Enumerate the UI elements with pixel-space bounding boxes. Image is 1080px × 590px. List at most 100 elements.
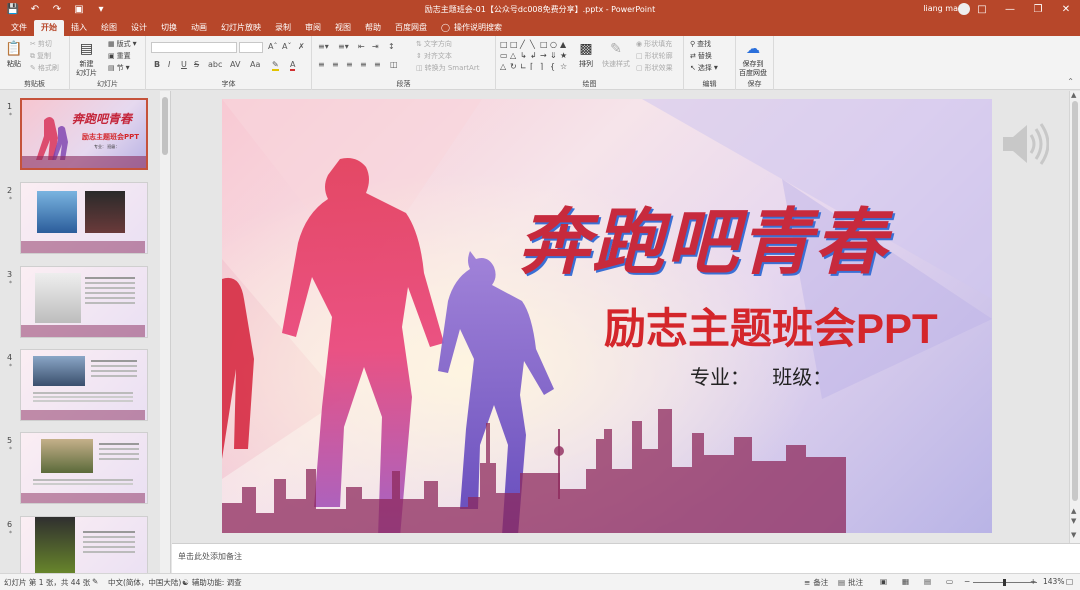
decrease-indent-icon[interactable]: ⇤ <box>358 42 365 51</box>
align-right-icon[interactable]: ≡ <box>346 60 353 69</box>
text-direction-button[interactable]: ⇅ 文字方向 <box>416 39 452 49</box>
user-name[interactable]: liang ma <box>923 4 958 13</box>
change-case-button[interactable]: Aa <box>250 60 260 69</box>
thumbnail-slide-1[interactable]: 1 * 奔跑吧青春 励志主题班会PPT 专业： 班级： <box>0 98 160 174</box>
distribute-icon[interactable]: ≡ <box>374 60 381 69</box>
reset-button[interactable]: ▣ 重置 <box>108 51 131 61</box>
tell-me-search[interactable]: ◯ 操作说明搜索 <box>434 20 509 36</box>
section-button[interactable]: ▤ 节 ▾ <box>108 63 130 73</box>
columns-icon[interactable]: ◫ <box>390 60 398 69</box>
cut-button[interactable]: ✂ 剪切 <box>30 39 52 49</box>
replace-button[interactable]: ⇄ 替换 <box>690 51 712 61</box>
slide-subtitle[interactable]: 励志主题班会PPT <box>604 295 938 356</box>
char-spacing-button[interactable]: AV <box>230 60 240 69</box>
paste-button[interactable]: 📋 粘贴 <box>4 39 24 69</box>
restore-icon[interactable]: ❐ <box>1024 0 1052 19</box>
align-left-icon[interactable]: ≡ <box>318 60 325 69</box>
font-name-input[interactable] <box>151 42 237 53</box>
tab-home[interactable]: 开始 <box>34 20 64 36</box>
minimize-icon[interactable]: — <box>996 0 1024 19</box>
ribbon-display-icon[interactable]: □ <box>968 0 996 19</box>
zoom-slider-knob[interactable] <box>1003 579 1006 586</box>
scrollbar-thumb[interactable] <box>162 97 168 155</box>
align-text-button[interactable]: ⇕ 对齐文本 <box>416 51 452 61</box>
editor-scrollbar[interactable]: ▲ ▲ ▼ ▼ <box>1069 91 1080 543</box>
italic-button[interactable]: I <box>168 60 170 69</box>
smartart-button[interactable]: ◫ 转换为 SmartArt <box>416 63 479 73</box>
shape-effects-button[interactable]: ▢ 形状效果 <box>636 63 673 73</box>
current-slide[interactable]: 奔跑吧青春 励志主题班会PPT 专业： 班级： <box>222 99 992 533</box>
find-button[interactable]: ⚲ 查找 <box>690 39 711 49</box>
quick-styles-button[interactable]: ✎ 快速样式 <box>602 39 630 69</box>
line-spacing-icon[interactable]: ↕ <box>388 42 395 51</box>
shapes-gallery[interactable]: □ □ ╱ ╲ □ ○ ▲ ▭ △ ↳ ↲ → ⇓ ★ △ ↻ ∟ ⌈ ⌉{☆ <box>500 40 568 72</box>
zoom-in-icon[interactable]: + <box>1030 577 1036 586</box>
tab-help[interactable]: 帮助 <box>358 20 388 36</box>
speaker-icon[interactable] <box>999 121 1049 167</box>
font-color-button[interactable]: A <box>290 60 296 71</box>
slide-counter[interactable]: 幻灯片 第 1 张，共 44 张 <box>4 577 90 588</box>
comments-toggle[interactable]: ▤ 批注 <box>838 577 863 588</box>
next-slide-icon[interactable]: ▼ <box>1071 517 1076 525</box>
strikethrough-button[interactable]: S <box>194 60 199 69</box>
scroll-down-icon[interactable]: ▼ <box>1071 531 1076 539</box>
thumbnail-slide-6[interactable]: 6 * <box>0 516 160 573</box>
thumbnail-slide-4[interactable]: 4 * <box>0 349 160 425</box>
sorter-view-icon[interactable]: ▦ <box>902 577 909 586</box>
accessibility-status[interactable]: ☯ 辅助功能: 调查 <box>182 577 242 588</box>
tab-review[interactable]: 审阅 <box>298 20 328 36</box>
increase-indent-icon[interactable]: ⇥ <box>372 42 379 51</box>
shrink-font-icon[interactable]: Aˇ <box>282 42 291 51</box>
tab-view[interactable]: 视图 <box>328 20 358 36</box>
bold-button[interactable]: B <box>154 60 160 69</box>
slideshow-view-icon[interactable]: ▭ <box>946 577 953 586</box>
collapse-ribbon-icon[interactable]: ⌃ <box>1067 77 1074 86</box>
shape-fill-button[interactable]: ◉ 形状填充 <box>636 39 672 49</box>
justify-icon[interactable]: ≡ <box>360 60 367 69</box>
layout-button[interactable]: ▦ 版式 ▾ <box>108 39 137 49</box>
shape-outline-button[interactable]: □ 形状轮廓 <box>636 51 673 61</box>
normal-view-icon[interactable]: ▣ <box>880 577 887 586</box>
tab-file[interactable]: 文件 <box>4 20 34 36</box>
save-baidu-button[interactable]: ☁ 保存到 百度网盘 <box>739 39 767 78</box>
bullets-icon[interactable]: ≡▾ <box>318 42 329 51</box>
highlight-button[interactable]: ✎ <box>272 60 279 71</box>
tab-transitions[interactable]: 切换 <box>154 20 184 36</box>
tab-animations[interactable]: 动画 <box>184 20 214 36</box>
thumbnail-slide-5[interactable]: 5 * <box>0 432 160 508</box>
reading-view-icon[interactable]: ▤ <box>924 577 931 586</box>
prev-slide-icon[interactable]: ▲ <box>1071 507 1076 515</box>
spellcheck-icon[interactable]: ✎ <box>92 577 98 586</box>
format-painter-button[interactable]: ✎ 格式刷 <box>30 63 59 73</box>
tab-insert[interactable]: 插入 <box>64 20 94 36</box>
tab-draw[interactable]: 绘图 <box>94 20 124 36</box>
new-slide-button[interactable]: ▤ 新建 幻灯片 <box>76 39 97 78</box>
notes-placeholder[interactable]: 单击此处添加备注 <box>178 551 242 562</box>
select-button[interactable]: ↖ 选择 ▾ <box>690 63 718 73</box>
align-center-icon[interactable]: ≡ <box>332 60 339 69</box>
fit-slide-icon[interactable]: □ <box>1066 577 1073 586</box>
slide-title[interactable]: 奔跑吧青春 <box>518 183 888 288</box>
arrange-button[interactable]: ▩ 排列 <box>576 39 596 69</box>
notes-pane[interactable]: 单击此处添加备注 <box>172 543 1080 573</box>
zoom-slider[interactable] <box>973 579 1037 586</box>
grow-font-icon[interactable]: Aˆ <box>268 42 277 51</box>
close-icon[interactable]: ✕ <box>1052 0 1080 19</box>
font-size-input[interactable] <box>239 42 263 53</box>
thumbnail-scrollbar[interactable] <box>160 91 170 573</box>
copy-button[interactable]: ⧉ 复制 <box>30 51 51 61</box>
numbering-icon[interactable]: ≡▾ <box>338 42 349 51</box>
language-status[interactable]: 中文(简体，中国大陆) <box>108 577 181 588</box>
tab-design[interactable]: 设计 <box>124 20 154 36</box>
underline-button[interactable]: U <box>181 60 187 69</box>
scroll-up-icon[interactable]: ▲ <box>1071 91 1076 99</box>
tab-slideshow[interactable]: 幻灯片放映 <box>214 20 268 36</box>
slide-info-text[interactable]: 专业： 班级： <box>690 361 832 390</box>
tab-baidu[interactable]: 百度网盘 <box>388 20 434 36</box>
tab-record[interactable]: 录制 <box>268 20 298 36</box>
thumbnail-slide-3[interactable]: 3 * <box>0 266 160 342</box>
notes-toggle[interactable]: ≡ 备注 <box>804 577 828 588</box>
thumbnail-slide-2[interactable]: 2 * <box>0 182 160 258</box>
zoom-level[interactable]: 143% <box>1043 577 1064 586</box>
clear-format-icon[interactable]: ✗ <box>298 42 305 51</box>
